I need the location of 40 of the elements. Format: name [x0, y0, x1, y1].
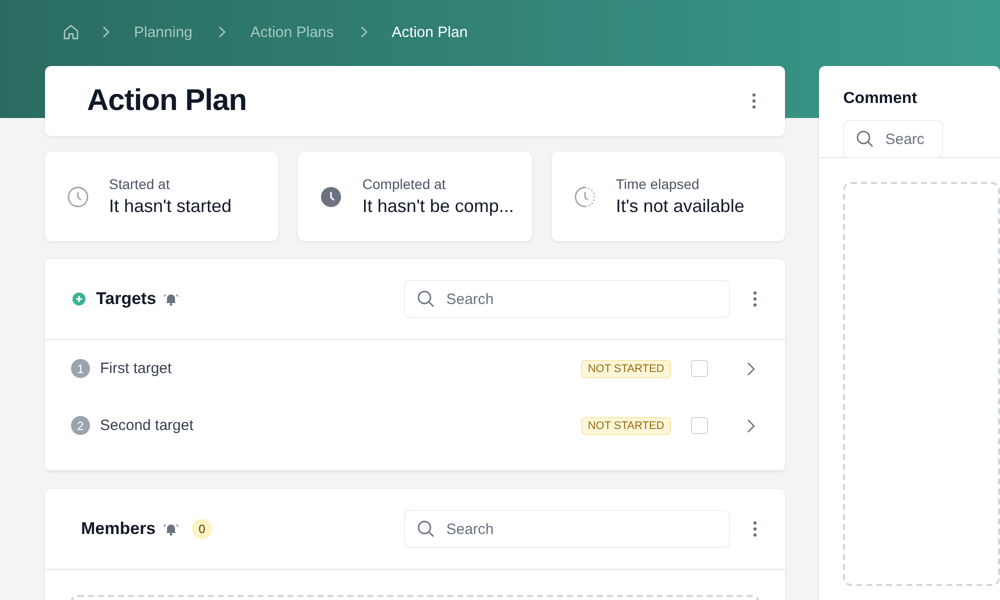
number-badge: 2	[71, 416, 90, 435]
stat-value: It hasn't started	[109, 196, 232, 217]
clock-icon	[67, 186, 89, 208]
bell-icon[interactable]	[163, 292, 180, 306]
stat-label: Started at	[109, 176, 171, 192]
chevron-icon	[360, 26, 368, 38]
search-field[interactable]: Searc	[843, 120, 944, 158]
status-badge: NOT STARTED	[580, 416, 672, 434]
chevron-icon[interactable]	[747, 362, 756, 376]
stat-value: It hasn't be comp...	[362, 196, 514, 217]
more-icon[interactable]	[752, 93, 756, 109]
bell-icon[interactable]	[162, 522, 179, 536]
number-badge: 1	[71, 359, 90, 378]
chevron-icon[interactable]	[747, 418, 756, 432]
home-icon[interactable]	[62, 23, 80, 41]
search-field[interactable]: Search	[404, 280, 730, 318]
section-title: Members	[81, 519, 156, 539]
section-title: Targets	[96, 289, 156, 309]
chevron-icon	[218, 26, 226, 38]
clock-icon	[320, 186, 342, 208]
page-title: Action Plan	[87, 84, 247, 118]
more-icon[interactable]	[753, 291, 758, 307]
search-field[interactable]: Search	[404, 510, 730, 548]
target-name[interactable]: First target	[100, 360, 581, 377]
checkbox[interactable]	[691, 417, 708, 434]
stat-label: Time elapsed	[616, 176, 700, 192]
checkbox[interactable]	[691, 360, 708, 377]
count-badge: 0	[192, 519, 212, 539]
stat-value: It's not available	[616, 196, 744, 217]
breadcrumb-link[interactable]: Action Plans	[250, 24, 334, 40]
status-badge: NOT STARTED	[580, 360, 672, 378]
add-icon[interactable]	[72, 292, 86, 306]
breadcrumb-link[interactable]: Action Plan	[392, 24, 468, 40]
breadcrumb-link[interactable]: Planning	[134, 24, 192, 40]
more-icon[interactable]	[753, 521, 758, 537]
clock-icon	[574, 186, 596, 208]
panel-title: Comment	[843, 90, 918, 107]
stat-label: Completed at	[362, 176, 447, 192]
target-name[interactable]: Second target	[100, 417, 581, 434]
chevron-icon	[102, 26, 110, 38]
